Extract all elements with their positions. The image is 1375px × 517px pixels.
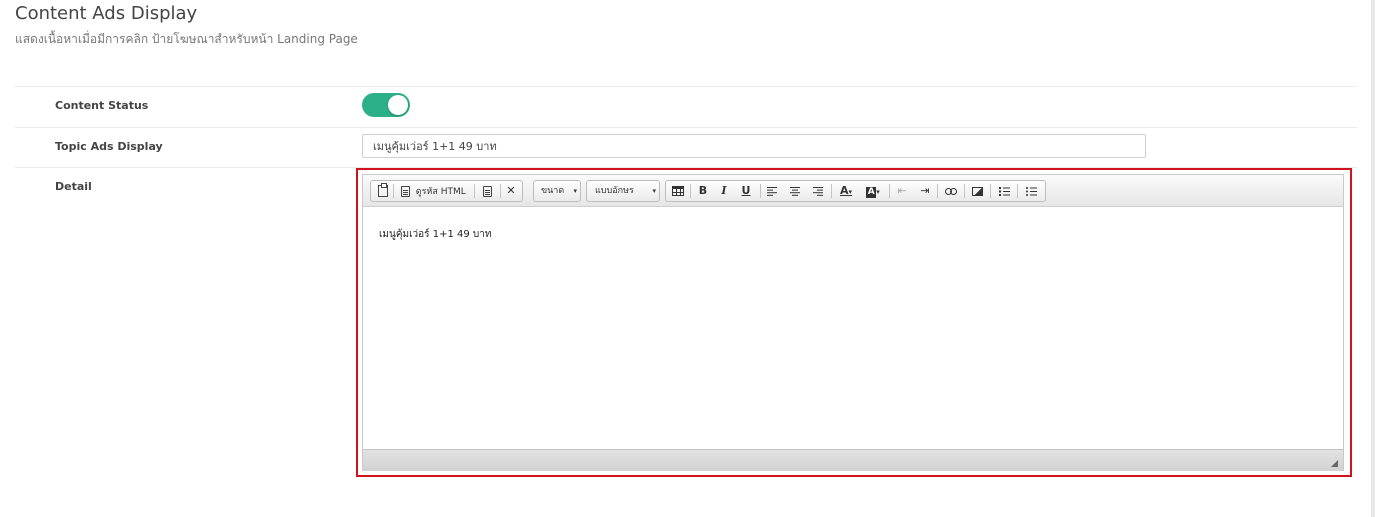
content-status-toggle[interactable] bbox=[362, 93, 410, 117]
text-color-button[interactable]: A▾ bbox=[835, 183, 857, 199]
bulleted-list-icon[interactable] bbox=[1022, 183, 1040, 199]
font-dropdown[interactable]: แบบอักษร ▾ bbox=[586, 180, 660, 202]
link-icon[interactable] bbox=[942, 183, 960, 199]
topic-ads-label: Topic Ads Display bbox=[55, 140, 163, 153]
toolbar-separator bbox=[937, 184, 938, 198]
table-icon[interactable] bbox=[669, 183, 687, 199]
indent-icon[interactable]: ⇥ bbox=[917, 183, 933, 199]
toolbar-group-format: B I U A▾ A ▾ ⇤ ⇥ bbox=[665, 180, 1046, 202]
detail-label: Detail bbox=[55, 180, 92, 193]
chevron-down-icon: ▾ bbox=[848, 188, 853, 196]
toolbar-separator bbox=[831, 184, 832, 198]
size-dropdown[interactable]: ขนาด ▾ bbox=[533, 180, 581, 202]
text-color-icon: A bbox=[839, 184, 849, 197]
page-subtitle: แสดงเนื้อหาเมื่อมีการคลิก ป้ายโฆษณาสำหรั… bbox=[15, 32, 358, 46]
toolbar-separator bbox=[393, 184, 394, 198]
chevron-down-icon: ▾ bbox=[573, 187, 577, 195]
align-center-icon[interactable] bbox=[787, 183, 803, 199]
fullscreen-icon[interactable]: ✕ bbox=[503, 183, 519, 199]
toolbar-group-document: ดูรหัส HTML ✕ bbox=[370, 180, 523, 202]
outdent-icon[interactable]: ⇤ bbox=[894, 183, 910, 199]
page-right-rail bbox=[1371, 0, 1375, 517]
italic-button[interactable]: I bbox=[716, 183, 732, 199]
view-source-label: ดูรหัส HTML bbox=[415, 187, 466, 197]
editor-content-area[interactable]: เมนูคุ้มเว่อร์ 1+1 49 บาท bbox=[363, 207, 1343, 449]
toolbar-separator bbox=[690, 184, 691, 198]
view-source-button[interactable]: ดูรหัส HTML bbox=[396, 183, 471, 199]
font-dropdown-label: แบบอักษร ▾ bbox=[595, 183, 656, 199]
align-left-icon[interactable] bbox=[764, 183, 780, 199]
source-icon bbox=[401, 185, 411, 197]
image-icon[interactable] bbox=[969, 183, 985, 199]
topic-ads-input[interactable] bbox=[362, 134, 1146, 158]
editor-content-text: เมนูคุ้มเว่อร์ 1+1 49 บาท bbox=[379, 229, 492, 240]
page-title: Content Ads Display bbox=[15, 3, 198, 24]
new-document-icon[interactable] bbox=[477, 183, 497, 199]
rich-text-editor: ดูรหัส HTML ✕ ขนาด ▾ แบบอักษร ▾ B I U A▾… bbox=[362, 174, 1344, 471]
size-dropdown-label: ขนาด ▾ bbox=[541, 183, 577, 199]
toolbar-separator bbox=[990, 184, 991, 198]
resize-handle-icon[interactable] bbox=[1331, 460, 1338, 467]
align-right-icon[interactable] bbox=[810, 183, 826, 199]
toolbar-separator bbox=[964, 184, 965, 198]
toggle-knob bbox=[388, 95, 408, 115]
chevron-down-icon: ▾ bbox=[876, 188, 880, 196]
row-divider bbox=[15, 127, 1357, 128]
content-status-label: Content Status bbox=[55, 99, 149, 112]
bold-button[interactable]: B bbox=[695, 183, 711, 199]
editor-status-bar bbox=[363, 449, 1343, 471]
background-color-icon: A bbox=[866, 187, 877, 198]
underline-button[interactable]: U bbox=[738, 183, 754, 199]
editor-toolbar: ดูรหัส HTML ✕ ขนาด ▾ แบบอักษร ▾ B I U A▾… bbox=[363, 175, 1343, 207]
paste-icon[interactable] bbox=[376, 183, 390, 199]
toolbar-separator bbox=[760, 184, 761, 198]
toolbar-separator bbox=[889, 184, 890, 198]
row-divider bbox=[15, 86, 1357, 87]
toolbar-separator bbox=[500, 184, 501, 198]
toolbar-separator bbox=[1017, 184, 1018, 198]
toolbar-separator bbox=[474, 184, 475, 198]
ordered-list-icon[interactable] bbox=[995, 183, 1013, 199]
chevron-down-icon: ▾ bbox=[652, 187, 656, 195]
background-color-button[interactable]: A ▾ bbox=[862, 183, 884, 199]
